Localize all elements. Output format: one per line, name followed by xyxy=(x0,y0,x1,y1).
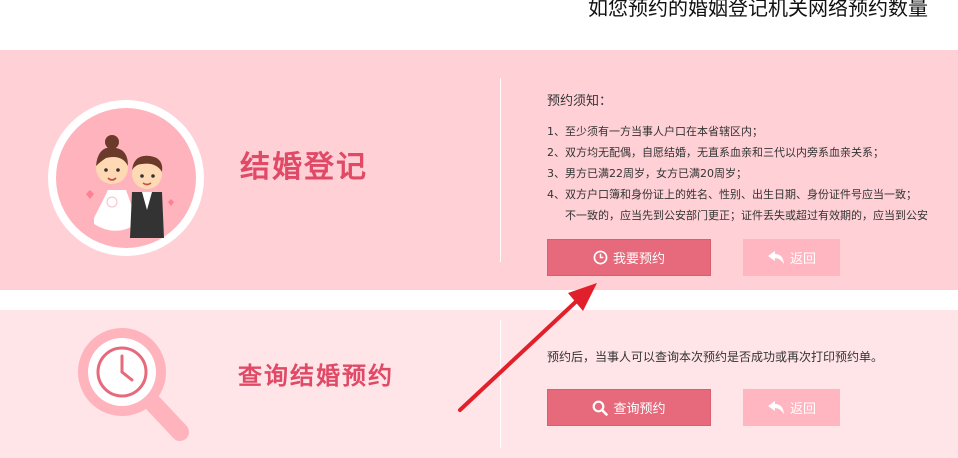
panel-divider xyxy=(500,320,501,448)
list-item: 不一致的，应当先到公安部门更正；证件丢失或超过有效期的，应当到公安 xyxy=(565,209,928,222)
top-banner: 如您预约的婚姻登记机关网络预约数量 xyxy=(0,0,958,50)
list-item: 3、男方已满22周岁，女方已满20周岁； xyxy=(547,167,747,180)
return-arrow-icon xyxy=(767,400,785,415)
search-icon xyxy=(592,400,609,416)
clock-icon xyxy=(593,250,608,265)
query-appointment-label: 查询预约 xyxy=(613,402,666,417)
query-heading: 查询结婚预约 xyxy=(238,361,394,390)
query-description: 预约后，当事人可以查询本次预约是否成功或再次打印预约单。 xyxy=(547,350,884,364)
back-label: 返回 xyxy=(789,402,816,417)
list-item: 1、至少须有一方当事人户口在本省辖区内； xyxy=(547,125,763,138)
notes-title: 预约须知： xyxy=(547,94,613,109)
query-appointment-button[interactable]: 查询预约 xyxy=(547,389,711,426)
list-item: 2、双方均无配偶，自愿结婚，无直系血亲和三代以内旁系血亲关系； xyxy=(547,146,884,159)
query-appointment-panel: 查询结婚预约 预约后，当事人可以查询本次预约是否成功或再次打印预约单。 查询预约… xyxy=(0,310,958,458)
book-appointment-button[interactable]: 我要预约 xyxy=(547,239,711,276)
back-button[interactable]: 返回 xyxy=(743,389,840,426)
panel-divider xyxy=(500,78,501,262)
list-item: 4、双方户口簿和身份证上的姓名、性别、出生日期、身份证件号应当一致； xyxy=(547,188,917,201)
back-button[interactable]: 返回 xyxy=(743,239,840,276)
page-title: 如您预约的婚姻登记机关网络预约数量 xyxy=(588,0,928,20)
marriage-heading: 结婚登记 xyxy=(240,150,368,185)
back-label: 返回 xyxy=(789,252,816,267)
marriage-registration-panel: 结婚登记 预约须知： 1、至少须有一方当事人户口在本省辖区内； 2、双方均无配偶… xyxy=(0,50,958,290)
clock-magnifier-icon xyxy=(78,328,189,441)
return-arrow-icon xyxy=(767,250,785,265)
book-appointment-label: 我要预约 xyxy=(612,252,665,267)
wedding-couple-icon xyxy=(48,100,204,256)
notes-list: 1、至少须有一方当事人户口在本省辖区内； 2、双方均无配偶，自愿结婚，无直系血亲… xyxy=(547,121,928,226)
